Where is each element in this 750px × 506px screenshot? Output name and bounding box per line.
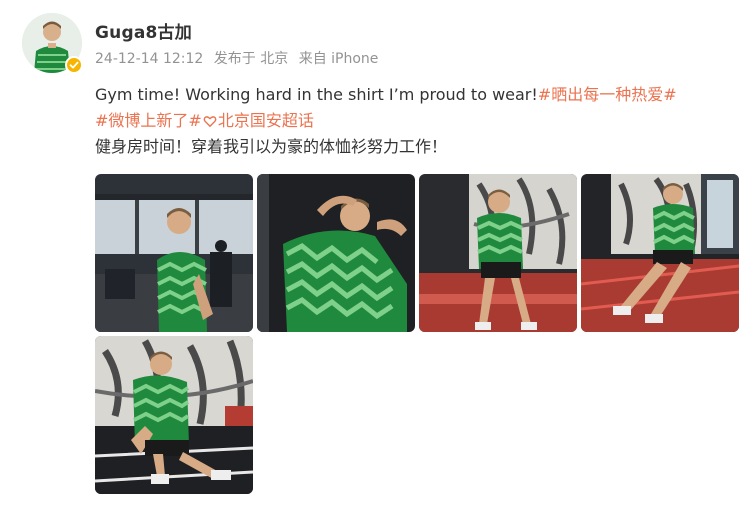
post-location: 发布于 北京 (213, 51, 289, 67)
photo-thumbnail[interactable] (95, 174, 253, 332)
weibo-post: Guga8古加 24-12-14 12:12 发布于 北京 来自 iPhone … (0, 0, 750, 506)
post-line-3: 健身房时间！穿着我引以为豪的体恤衫努力工作！ (95, 134, 735, 160)
post-line-2: #微博上新了# 北京国安超话 (95, 108, 735, 134)
post-source: 来自 iPhone (298, 51, 379, 67)
post-text-en: Gym time! Working hard in the shirt I’m … (95, 85, 538, 104)
super-topic-link[interactable]: 北京国安超话 (218, 111, 314, 130)
post-line-1: Gym time! Working hard in the shirt I’m … (95, 82, 735, 108)
post-text-cn: 健身房时间！穿着我引以为豪的体恤衫努力工作！ (95, 137, 448, 156)
hashtag-link[interactable]: #微博上新了# (95, 111, 202, 130)
username[interactable]: Guga8古加 (95, 18, 192, 43)
photo-thumbnail[interactable] (95, 336, 253, 494)
photo-thumbnail[interactable] (419, 174, 577, 332)
post-timestamp: 24-12-14 12:12 (95, 51, 204, 67)
post-meta: 24-12-14 12:12 发布于 北京 来自 iPhone (95, 48, 384, 68)
post-body: Gym time! Working hard in the shirt I’m … (95, 82, 735, 160)
photo-thumbnail[interactable] (257, 174, 415, 332)
hashtag-link[interactable]: #晒出每一种热爱# (538, 85, 677, 104)
verified-badge-icon (65, 56, 83, 74)
photo-thumbnail[interactable] (581, 174, 739, 332)
heart-icon (203, 114, 217, 128)
